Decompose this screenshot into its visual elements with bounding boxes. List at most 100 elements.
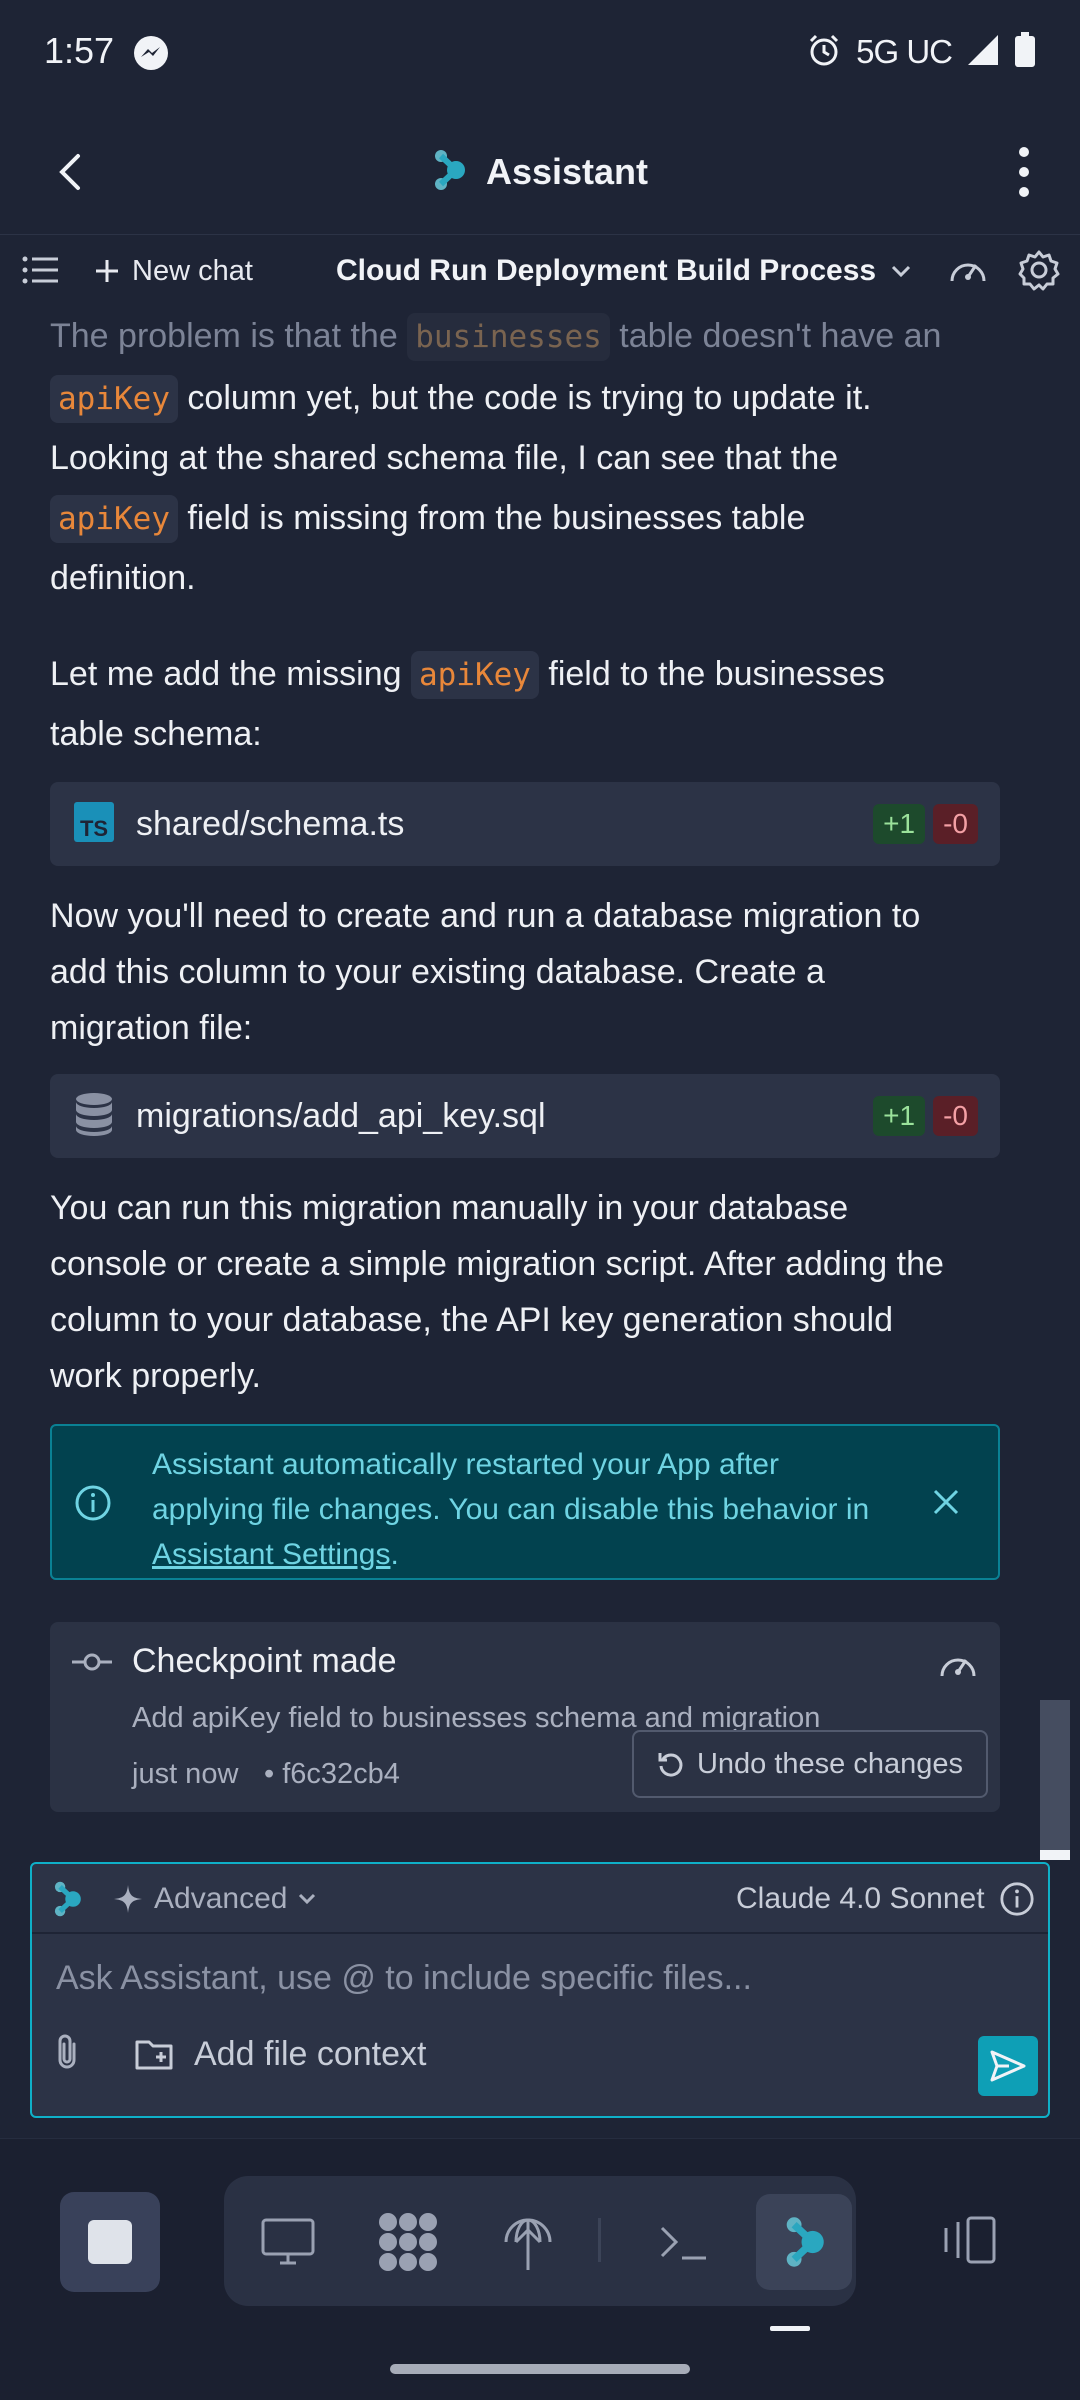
new-chat-label: New chat bbox=[132, 254, 253, 287]
message-paragraph: apiKey field is missing from the busines… bbox=[50, 488, 1010, 549]
message-paragraph: Let me add the missing apiKey field to t… bbox=[50, 644, 1010, 705]
undo-changes-button[interactable]: Undo these changes bbox=[632, 1730, 988, 1798]
model-selector[interactable]: Claude 4.0 Sonnet bbox=[736, 1878, 1035, 1920]
message-text: Now you'll need to create and run a data… bbox=[50, 897, 921, 935]
assistant-logo-icon bbox=[52, 1880, 82, 1923]
status-time: 1:57 bbox=[44, 30, 115, 71]
scrollbar-track[interactable] bbox=[1040, 1700, 1070, 1856]
chat-input-box: Advanced Claude 4.0 Sonnet Add file cont… bbox=[30, 1862, 1050, 2118]
inline-code: apiKey bbox=[50, 375, 178, 423]
message-text: table schema: bbox=[50, 715, 262, 753]
deploy-icon[interactable] bbox=[480, 2194, 576, 2290]
svg-text:TS: TS bbox=[80, 816, 108, 841]
undo-label: Undo these changes bbox=[696, 1747, 964, 1780]
assistant-settings-link[interactable]: Assistant Settings bbox=[152, 1538, 390, 1571]
info-line: applying file changes. You can disable t… bbox=[152, 1493, 870, 1526]
undo-icon bbox=[658, 1753, 683, 1777]
send-icon bbox=[990, 2050, 1026, 2082]
database-icon bbox=[74, 1092, 114, 1141]
model-label: Claude 4.0 Sonnet bbox=[736, 1882, 985, 1915]
file-name: shared/schema.ts bbox=[136, 804, 405, 843]
message-paragraph: The problem is that the businesses table… bbox=[50, 306, 1010, 367]
info-banner: Assistant automatically restarted your A… bbox=[50, 1424, 1000, 1580]
inline-code: apiKey bbox=[410, 651, 539, 699]
network-label: 5G UC bbox=[856, 33, 953, 70]
chat-history-icon[interactable] bbox=[22, 255, 60, 290]
speedometer-icon[interactable] bbox=[938, 1646, 978, 1685]
chat-toolbar: New chat Cloud Run Deployment Build Proc… bbox=[0, 234, 1080, 306]
grid-apps-icon[interactable] bbox=[360, 2194, 456, 2290]
paperclip-icon[interactable] bbox=[52, 2032, 82, 2077]
message-text: You can run this migration manually in y… bbox=[50, 1189, 849, 1227]
info-banner-text: Assistant automatically restarted your A… bbox=[152, 1442, 912, 1577]
chat-title: Cloud Run Deployment Build Process bbox=[336, 254, 877, 287]
assistant-tab-icon[interactable] bbox=[756, 2194, 852, 2290]
file-change-card[interactable]: TS shared/schema.ts +1 -0 bbox=[50, 782, 1000, 866]
prompt-input[interactable] bbox=[56, 1950, 1016, 2006]
checkpoint-time: just now bbox=[132, 1758, 239, 1790]
add-file-context-button[interactable]: Add file context bbox=[134, 2028, 426, 2080]
info-line: . bbox=[390, 1538, 399, 1571]
status-icons: 5G UC bbox=[806, 30, 1036, 74]
mode-dropdown[interactable]: Advanced bbox=[112, 1878, 317, 1920]
battery-icon bbox=[1014, 31, 1036, 73]
plus-icon bbox=[96, 260, 118, 282]
stop-icon bbox=[88, 2220, 132, 2264]
lines-added-badge: +1 bbox=[873, 804, 926, 844]
panel-toggle-icon[interactable] bbox=[938, 2214, 998, 2271]
close-icon[interactable] bbox=[932, 1488, 960, 1521]
dock-separator bbox=[598, 2218, 601, 2262]
checkpoint-card: Checkpoint made Add apiKey field to busi… bbox=[50, 1622, 1000, 1812]
lines-removed-badge: -0 bbox=[933, 804, 978, 844]
app-title-group: Assistant bbox=[0, 140, 1080, 204]
message-text: Looking at the shared schema file, I can… bbox=[50, 439, 839, 477]
messenger-icon bbox=[132, 34, 170, 72]
message-text: work properly. bbox=[50, 1357, 261, 1395]
message-text: migration file: bbox=[50, 1009, 253, 1047]
mode-label: Advanced bbox=[154, 1882, 288, 1915]
preview-monitor-icon[interactable] bbox=[240, 2194, 336, 2290]
inline-code: businesses bbox=[407, 313, 610, 361]
message-text: field to the businesses bbox=[538, 655, 885, 693]
more-options-button[interactable] bbox=[1012, 146, 1036, 198]
send-button[interactable] bbox=[978, 2036, 1038, 2096]
message-text: Let me add the missing bbox=[50, 655, 411, 693]
sparkle-icon bbox=[114, 1885, 142, 1913]
message-text: table doesn't have an bbox=[609, 317, 942, 355]
checkpoint-hash: • f6c32cb4 bbox=[264, 1758, 400, 1790]
new-chat-button[interactable]: New chat bbox=[94, 249, 253, 293]
message-text: column yet, but the code is trying to up… bbox=[177, 379, 872, 417]
checkpoint-title: Checkpoint made bbox=[132, 1642, 397, 1680]
message-text: add this column to your existing databas… bbox=[50, 953, 825, 991]
lines-removed-badge: -0 bbox=[933, 1096, 978, 1136]
terminal-icon[interactable] bbox=[636, 2194, 732, 2290]
chevron-down-icon bbox=[299, 1893, 316, 1905]
typescript-icon: TS bbox=[74, 801, 114, 847]
inline-code: apiKey bbox=[50, 495, 178, 543]
assistant-logo-icon bbox=[432, 148, 466, 197]
message-paragraph: apiKey column yet, but the code is tryin… bbox=[50, 368, 1010, 429]
chevron-down-icon bbox=[892, 265, 911, 278]
lines-added-badge: +1 bbox=[873, 1096, 926, 1136]
folder-plus-icon bbox=[135, 2040, 173, 2070]
alarm-icon bbox=[806, 32, 842, 73]
speedometer-icon[interactable] bbox=[948, 251, 988, 292]
stop-button[interactable] bbox=[60, 2192, 160, 2292]
file-name: migrations/add_api_key.sql bbox=[136, 1096, 546, 1135]
message-text: definition. bbox=[50, 559, 196, 597]
message-text: field is missing from the businesses tab… bbox=[177, 499, 806, 537]
commit-icon bbox=[72, 1650, 112, 1679]
add-context-label: Add file context bbox=[194, 2034, 427, 2073]
info-icon[interactable] bbox=[999, 1881, 1035, 1917]
home-indicator[interactable] bbox=[390, 2364, 690, 2374]
file-change-card[interactable]: migrations/add_api_key.sql +1 -0 bbox=[50, 1074, 1000, 1158]
dock-tool-group bbox=[224, 2176, 856, 2306]
app-bar: Assistant bbox=[0, 110, 1080, 234]
info-icon bbox=[74, 1484, 112, 1527]
input-header: Advanced Claude 4.0 Sonnet bbox=[32, 1864, 1048, 1934]
scrollbar-thumb[interactable] bbox=[1040, 1850, 1070, 1860]
chat-title-dropdown[interactable]: Cloud Run Deployment Build Process bbox=[336, 249, 912, 293]
message-text: column to your database, the API key gen… bbox=[50, 1301, 893, 1339]
settings-gear-icon[interactable] bbox=[1018, 249, 1060, 296]
info-line: Assistant automatically restarted your A… bbox=[152, 1448, 779, 1481]
